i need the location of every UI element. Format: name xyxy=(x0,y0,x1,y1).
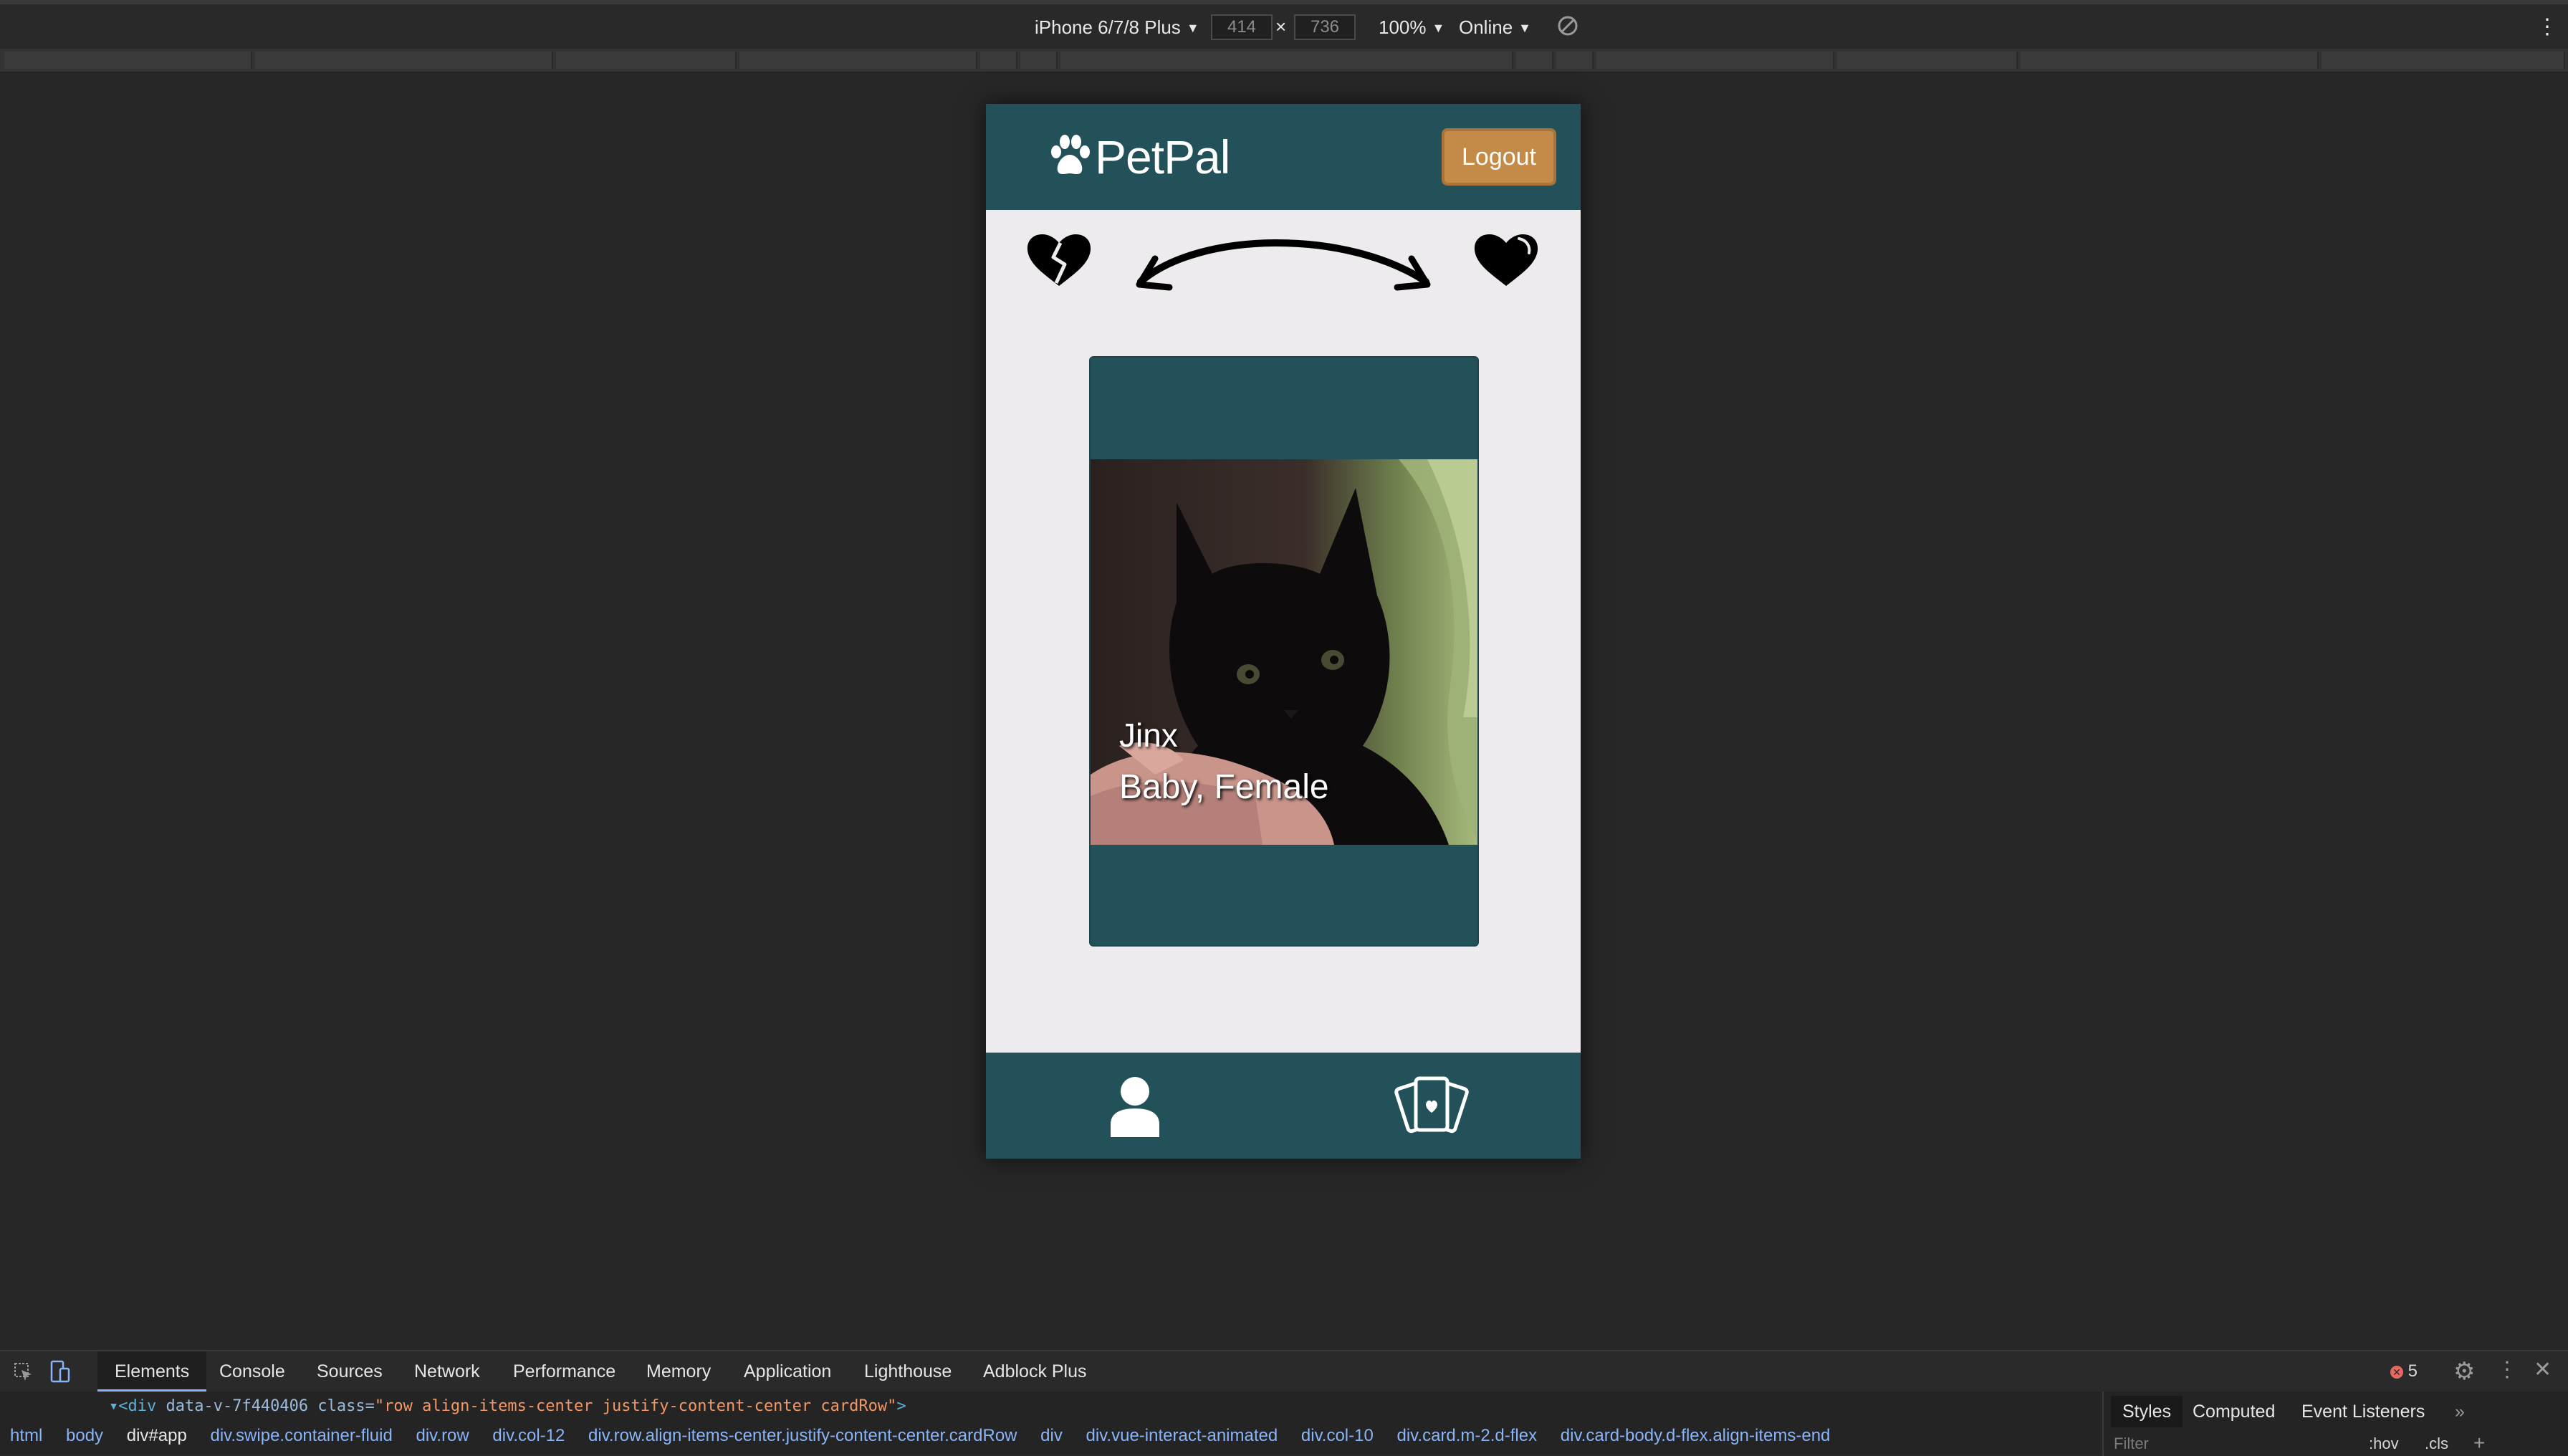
zoom-label: 100% xyxy=(1379,16,1427,38)
breadcrumb-item[interactable]: div.swipe.container-fluid xyxy=(210,1426,392,1445)
breadcrumb-item[interactable]: div.vue-interact-animated xyxy=(1086,1426,1278,1445)
breadcrumb-item[interactable]: div.col-10 xyxy=(1301,1426,1374,1445)
tab-network[interactable]: Network xyxy=(414,1351,480,1392)
brand-name: PetPal xyxy=(1095,130,1230,183)
more-tabs-icon[interactable]: » xyxy=(2455,1396,2465,1427)
breadcrumb: html body div#app div.swipe.container-fl… xyxy=(10,1426,1849,1446)
chevron-down-icon: ▼ xyxy=(1186,21,1199,35)
swipe-hint xyxy=(1027,234,1538,291)
device-toggle-icon[interactable] xyxy=(50,1360,72,1383)
network-label: Online xyxy=(1459,16,1513,38)
code-attr: data-v-7f440406 xyxy=(166,1397,309,1415)
styles-pane: Styles Computed Event Listeners » Filter… xyxy=(2102,1392,2568,1456)
breadcrumb-item[interactable]: div.row xyxy=(416,1426,469,1445)
tab-console[interactable]: Console xyxy=(219,1351,285,1392)
breadcrumb-item[interactable]: div xyxy=(1040,1426,1063,1445)
tab-sources[interactable]: Sources xyxy=(317,1351,383,1392)
chevron-down-icon: ▼ xyxy=(1518,21,1531,35)
device-toolbar: iPhone 6/7/8 Plus ▼ 414 × 736 100% ▼ Onlin… xyxy=(0,0,2568,49)
breadcrumb-item[interactable]: html xyxy=(10,1426,42,1445)
add-rule-icon[interactable]: + xyxy=(2473,1432,2485,1455)
brand-logo[interactable]: PetPal xyxy=(1048,128,1230,186)
settings-gear-icon[interactable]: ⚙ xyxy=(2453,1357,2475,1386)
width-input[interactable]: 414 xyxy=(1211,14,1273,40)
chevron-down-icon: ▼ xyxy=(1432,21,1445,35)
dimension-separator: × xyxy=(1275,16,1287,37)
bottom-nav xyxy=(986,1053,1581,1159)
breadcrumb-item[interactable]: body xyxy=(66,1426,103,1445)
code-attr-class: class= xyxy=(308,1397,375,1415)
device-select-label: iPhone 6/7/8 Plus xyxy=(1035,16,1181,38)
media-query-bar xyxy=(0,49,2568,73)
tab-computed[interactable]: Computed xyxy=(2193,1396,2275,1427)
pet-card[interactable]: Jinx Baby, Female xyxy=(1089,356,1479,947)
more-options-icon[interactable]: ⋮ xyxy=(2536,13,2558,42)
breadcrumb-item[interactable]: div.card.m-2.d-flex xyxy=(1397,1426,1538,1445)
tab-application[interactable]: Application xyxy=(744,1351,831,1392)
network-select[interactable]: Online ▼ xyxy=(1459,13,1531,42)
height-input[interactable]: 736 xyxy=(1294,14,1356,40)
tab-adblock-plus[interactable]: Adblock Plus xyxy=(983,1351,1087,1392)
breadcrumb-item[interactable]: div.row.align-items-center.justify-conte… xyxy=(588,1426,1017,1445)
cards-icon[interactable] xyxy=(1394,1071,1469,1140)
zoom-select[interactable]: 100% ▼ xyxy=(1379,13,1444,42)
heart-icon[interactable] xyxy=(1474,234,1538,286)
close-icon[interactable]: ✕ xyxy=(2534,1357,2552,1382)
styles-filter-input[interactable]: Filter xyxy=(2114,1435,2149,1453)
inspect-icon[interactable] xyxy=(13,1361,33,1381)
error-icon: ✕ xyxy=(2390,1366,2403,1379)
tab-elements[interactable]: Elements xyxy=(97,1351,207,1392)
broken-heart-icon[interactable] xyxy=(1027,234,1091,286)
devtools-menu-icon[interactable]: ⋮ xyxy=(2496,1357,2518,1382)
app-header: PetPal Logout xyxy=(986,104,1581,210)
cls-toggle[interactable]: .cls xyxy=(2425,1435,2448,1453)
pet-details: Baby, Female xyxy=(1119,768,1329,806)
tab-styles[interactable]: Styles xyxy=(2111,1396,2183,1427)
code-tag-open: ▾<div xyxy=(109,1397,166,1415)
device-select[interactable]: iPhone 6/7/8 Plus ▼ xyxy=(1035,13,1199,42)
code-tag-close: > xyxy=(896,1397,906,1415)
logout-button[interactable]: Logout xyxy=(1442,128,1556,186)
breadcrumb-item[interactable]: div.card-body.d-flex.align-items-end xyxy=(1561,1426,1831,1445)
swipe-arrows-icon xyxy=(1136,239,1431,291)
pet-name: Jinx xyxy=(1119,717,1178,754)
code-attr-value: "row align-items-center justify-content-… xyxy=(374,1397,897,1415)
error-count: 5 xyxy=(2408,1361,2418,1381)
breadcrumb-item[interactable]: div#app xyxy=(127,1426,187,1445)
paw-icon xyxy=(1048,133,1092,181)
device-viewport: PetPal Logout Jinx Baby, Female xyxy=(986,104,1581,1159)
rotate-icon[interactable] xyxy=(1556,14,1579,43)
tab-event-listeners[interactable]: Event Listeners xyxy=(2301,1396,2425,1427)
tab-performance[interactable]: Performance xyxy=(513,1351,615,1392)
dom-tree-line[interactable]: ▾<div data-v-7f440406 class="row align-i… xyxy=(109,1397,906,1415)
error-counter[interactable]: ✕ 5 xyxy=(2390,1351,2418,1392)
breadcrumb-item[interactable]: div.col-12 xyxy=(492,1426,565,1445)
devtools-panel: Elements Console Sources Network Perform… xyxy=(0,1350,2568,1456)
devtools-tab-bar: Elements Console Sources Network Perform… xyxy=(0,1351,2568,1392)
hov-toggle[interactable]: :hov xyxy=(2369,1435,2399,1453)
tab-memory[interactable]: Memory xyxy=(646,1351,711,1392)
tab-lighthouse[interactable]: Lighthouse xyxy=(864,1351,952,1392)
profile-icon[interactable] xyxy=(1108,1074,1162,1137)
